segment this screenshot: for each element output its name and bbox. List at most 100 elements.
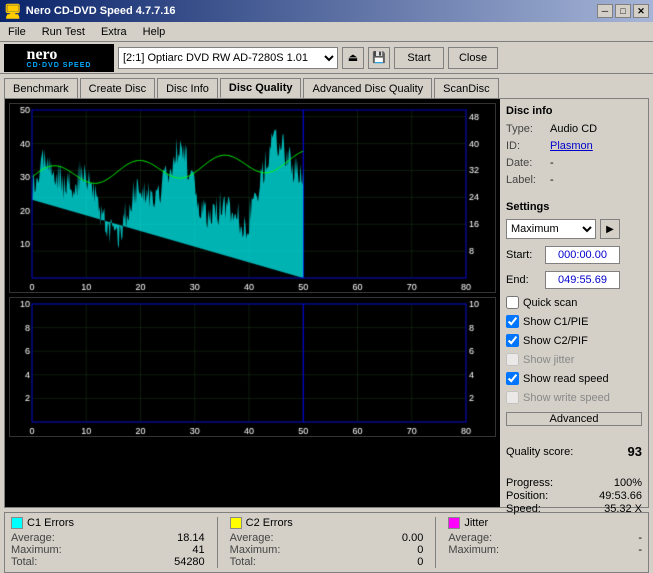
speed-settings-row: Maximum ▶ (506, 219, 642, 239)
c2-total-label: Total: (230, 556, 256, 568)
c2-max-row: Maximum: 0 (230, 544, 424, 556)
speed-value: 35.32 X (604, 503, 642, 515)
progress-label: Progress: (506, 477, 553, 489)
c1-total-label: Total: (11, 556, 37, 568)
settings-title: Settings (506, 201, 642, 213)
menu-file[interactable]: File (4, 24, 30, 40)
disc-info-title: Disc info (506, 105, 642, 117)
minimize-button[interactable]: ─ (597, 4, 613, 18)
show-read-speed-checkbox[interactable] (506, 372, 519, 385)
c1-total-value: 54280 (174, 556, 205, 568)
quick-scan-row: Quick scan (506, 296, 642, 309)
start-time-input[interactable] (545, 246, 620, 264)
jitter-max-value: - (638, 544, 642, 556)
position-label: Position: (506, 490, 548, 502)
stat-divider-2 (435, 517, 436, 568)
drive-selector[interactable]: [2:1] Optiarc DVD RW AD-7280S 1.01 (118, 47, 338, 69)
app-logo: nero CD·DVD SPEED (4, 44, 114, 72)
show-jitter-checkbox[interactable] (506, 353, 519, 366)
jitter-max-row: Maximum: - (448, 544, 642, 556)
show-c1pie-checkbox[interactable] (506, 315, 519, 328)
disc-type-row: Type: Audio CD (506, 123, 642, 135)
end-time-row: End: (506, 271, 642, 289)
stats-bar: C1 Errors Average: 18.14 Maximum: 41 Tot… (4, 512, 649, 573)
disc-label-label: Label: (506, 174, 546, 186)
c2-avg-label: Average: (230, 532, 274, 544)
menu-extra[interactable]: Extra (97, 24, 131, 40)
show-write-speed-row: Show write speed (506, 391, 642, 404)
quick-scan-checkbox[interactable] (506, 296, 519, 309)
maximize-button[interactable]: □ (615, 4, 631, 18)
jitter-color-box (448, 517, 460, 529)
end-time-input[interactable] (545, 271, 620, 289)
quick-scan-label: Quick scan (523, 297, 577, 309)
quality-label: Quality score: (506, 446, 573, 458)
show-c2pif-checkbox[interactable] (506, 334, 519, 347)
tab-disc-info[interactable]: Disc Info (157, 78, 218, 98)
c2-title: C2 Errors (246, 517, 293, 529)
jitter-avg-value: - (638, 532, 642, 544)
c2-max-value: 0 (417, 544, 423, 556)
c2-avg-row: Average: 0.00 (230, 532, 424, 544)
c1-color-box (11, 517, 23, 529)
toolbar: nero CD·DVD SPEED [2:1] Optiarc DVD RW A… (0, 42, 653, 74)
jitter-avg-row: Average: - (448, 532, 642, 544)
show-write-speed-checkbox[interactable] (506, 391, 519, 404)
close-disc-button[interactable]: Close (448, 47, 498, 69)
menu-help[interactable]: Help (139, 24, 170, 40)
title-bar: 🖥 Nero CD-DVD Speed 4.7.7.16 ─ □ ✕ (0, 0, 653, 22)
c1-total-row: Total: 54280 (11, 556, 205, 568)
advanced-button[interactable]: Advanced (506, 412, 642, 426)
bottom-chart (9, 297, 496, 437)
close-button[interactable]: ✕ (633, 4, 649, 18)
c1-header: C1 Errors (11, 517, 205, 529)
stat-divider-1 (217, 517, 218, 568)
top-chart (9, 103, 496, 293)
tab-advanced-disc-quality[interactable]: Advanced Disc Quality (303, 78, 432, 98)
speed-select[interactable]: Maximum (506, 219, 596, 239)
disc-label-value: - (550, 174, 642, 186)
disc-type-label: Type: (506, 123, 546, 135)
jitter-header: Jitter (448, 517, 642, 529)
c1-max-label: Maximum: (11, 544, 62, 556)
show-read-speed-row: Show read speed (506, 372, 642, 385)
c1-title: C1 Errors (27, 517, 74, 529)
app-icon: 🖥 (4, 3, 22, 20)
c1-avg-label: Average: (11, 532, 55, 544)
position-row: Position: 49:53.66 (506, 490, 642, 502)
show-jitter-row: Show jitter (506, 353, 642, 366)
tab-scan-disc[interactable]: ScanDisc (434, 78, 498, 98)
tab-create-disc[interactable]: Create Disc (80, 78, 155, 98)
tab-benchmark[interactable]: Benchmark (4, 78, 78, 98)
tab-disc-quality[interactable]: Disc Quality (220, 78, 302, 98)
c1-avg-value: 18.14 (177, 532, 205, 544)
jitter-max-label: Maximum: (448, 544, 499, 556)
start-time-label: Start: (506, 249, 541, 261)
position-value: 49:53.66 (599, 490, 642, 502)
chart-area (5, 99, 500, 507)
disc-id-label: ID: (506, 140, 546, 152)
menu-run-test[interactable]: Run Test (38, 24, 89, 40)
c2-total-value: 0 (417, 556, 423, 568)
tab-bar: Benchmark Create Disc Disc Info Disc Qua… (0, 74, 653, 98)
settings-extra-btn[interactable]: ▶ (600, 219, 620, 239)
c2-color-box (230, 517, 242, 529)
show-c1pie-row: Show C1/PIE (506, 315, 642, 328)
disc-id-value[interactable]: Plasmon (550, 140, 642, 152)
menu-bar: File Run Test Extra Help (0, 22, 653, 42)
disc-date-row: Date: - (506, 157, 642, 169)
start-button[interactable]: Start (394, 47, 444, 69)
jitter-group: Jitter Average: - Maximum: - (448, 517, 642, 568)
disc-date-label: Date: (506, 157, 546, 169)
eject-button[interactable]: ⏏ (342, 47, 364, 69)
app-title: Nero CD-DVD Speed 4.7.7.16 (26, 5, 176, 17)
c1-max-row: Maximum: 41 (11, 544, 205, 556)
window-controls: ─ □ ✕ (597, 4, 649, 18)
save-button[interactable]: 💾 (368, 47, 390, 69)
c2-max-label: Maximum: (230, 544, 281, 556)
progress-row: Progress: 100% (506, 477, 642, 489)
progress-section: Progress: 100% Position: 49:53.66 Speed:… (506, 477, 642, 516)
c2-avg-value: 0.00 (402, 532, 423, 544)
quality-value: 93 (628, 444, 642, 459)
c2-header: C2 Errors (230, 517, 424, 529)
